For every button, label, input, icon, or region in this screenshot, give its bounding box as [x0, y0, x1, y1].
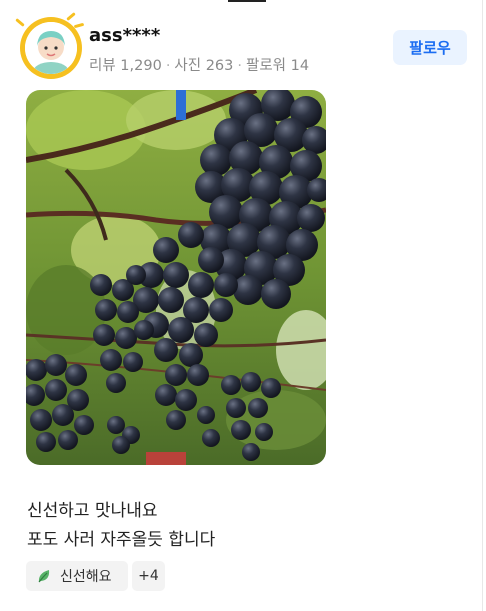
- review-text-line: 신선하고 맛나내요: [27, 501, 158, 521]
- review-photo[interactable]: [26, 90, 326, 465]
- active-tab-indicator: [228, 0, 266, 2]
- spark-decoration: [73, 22, 85, 29]
- tag-chip-fresh[interactable]: 신선해요: [26, 561, 128, 591]
- photo-count: 사진 263: [174, 58, 234, 74]
- character-avatar-icon: [25, 22, 77, 74]
- separator-dot: ·: [165, 58, 171, 74]
- reviewer-stats: 리뷰 1,290 · 사진 263 · 팔로워 14: [89, 54, 309, 75]
- reviewer-nickname[interactable]: ass****: [89, 25, 160, 46]
- spark-decoration: [15, 18, 25, 27]
- follower-count: 팔로워 14: [246, 58, 310, 74]
- separator-dot: ·: [237, 58, 242, 74]
- tag-label: 신선해요: [60, 569, 112, 585]
- follow-button[interactable]: 팔로우: [393, 30, 467, 65]
- review-count: 리뷰 1,290: [89, 58, 162, 74]
- review-text-line: 포도 사러 자주올듯 합니다: [27, 530, 216, 550]
- avatar[interactable]: [15, 12, 85, 79]
- spark-decoration: [66, 12, 76, 21]
- more-tags-button[interactable]: +4: [132, 561, 165, 591]
- leaf-icon: [36, 568, 52, 584]
- divider: [482, 0, 483, 611]
